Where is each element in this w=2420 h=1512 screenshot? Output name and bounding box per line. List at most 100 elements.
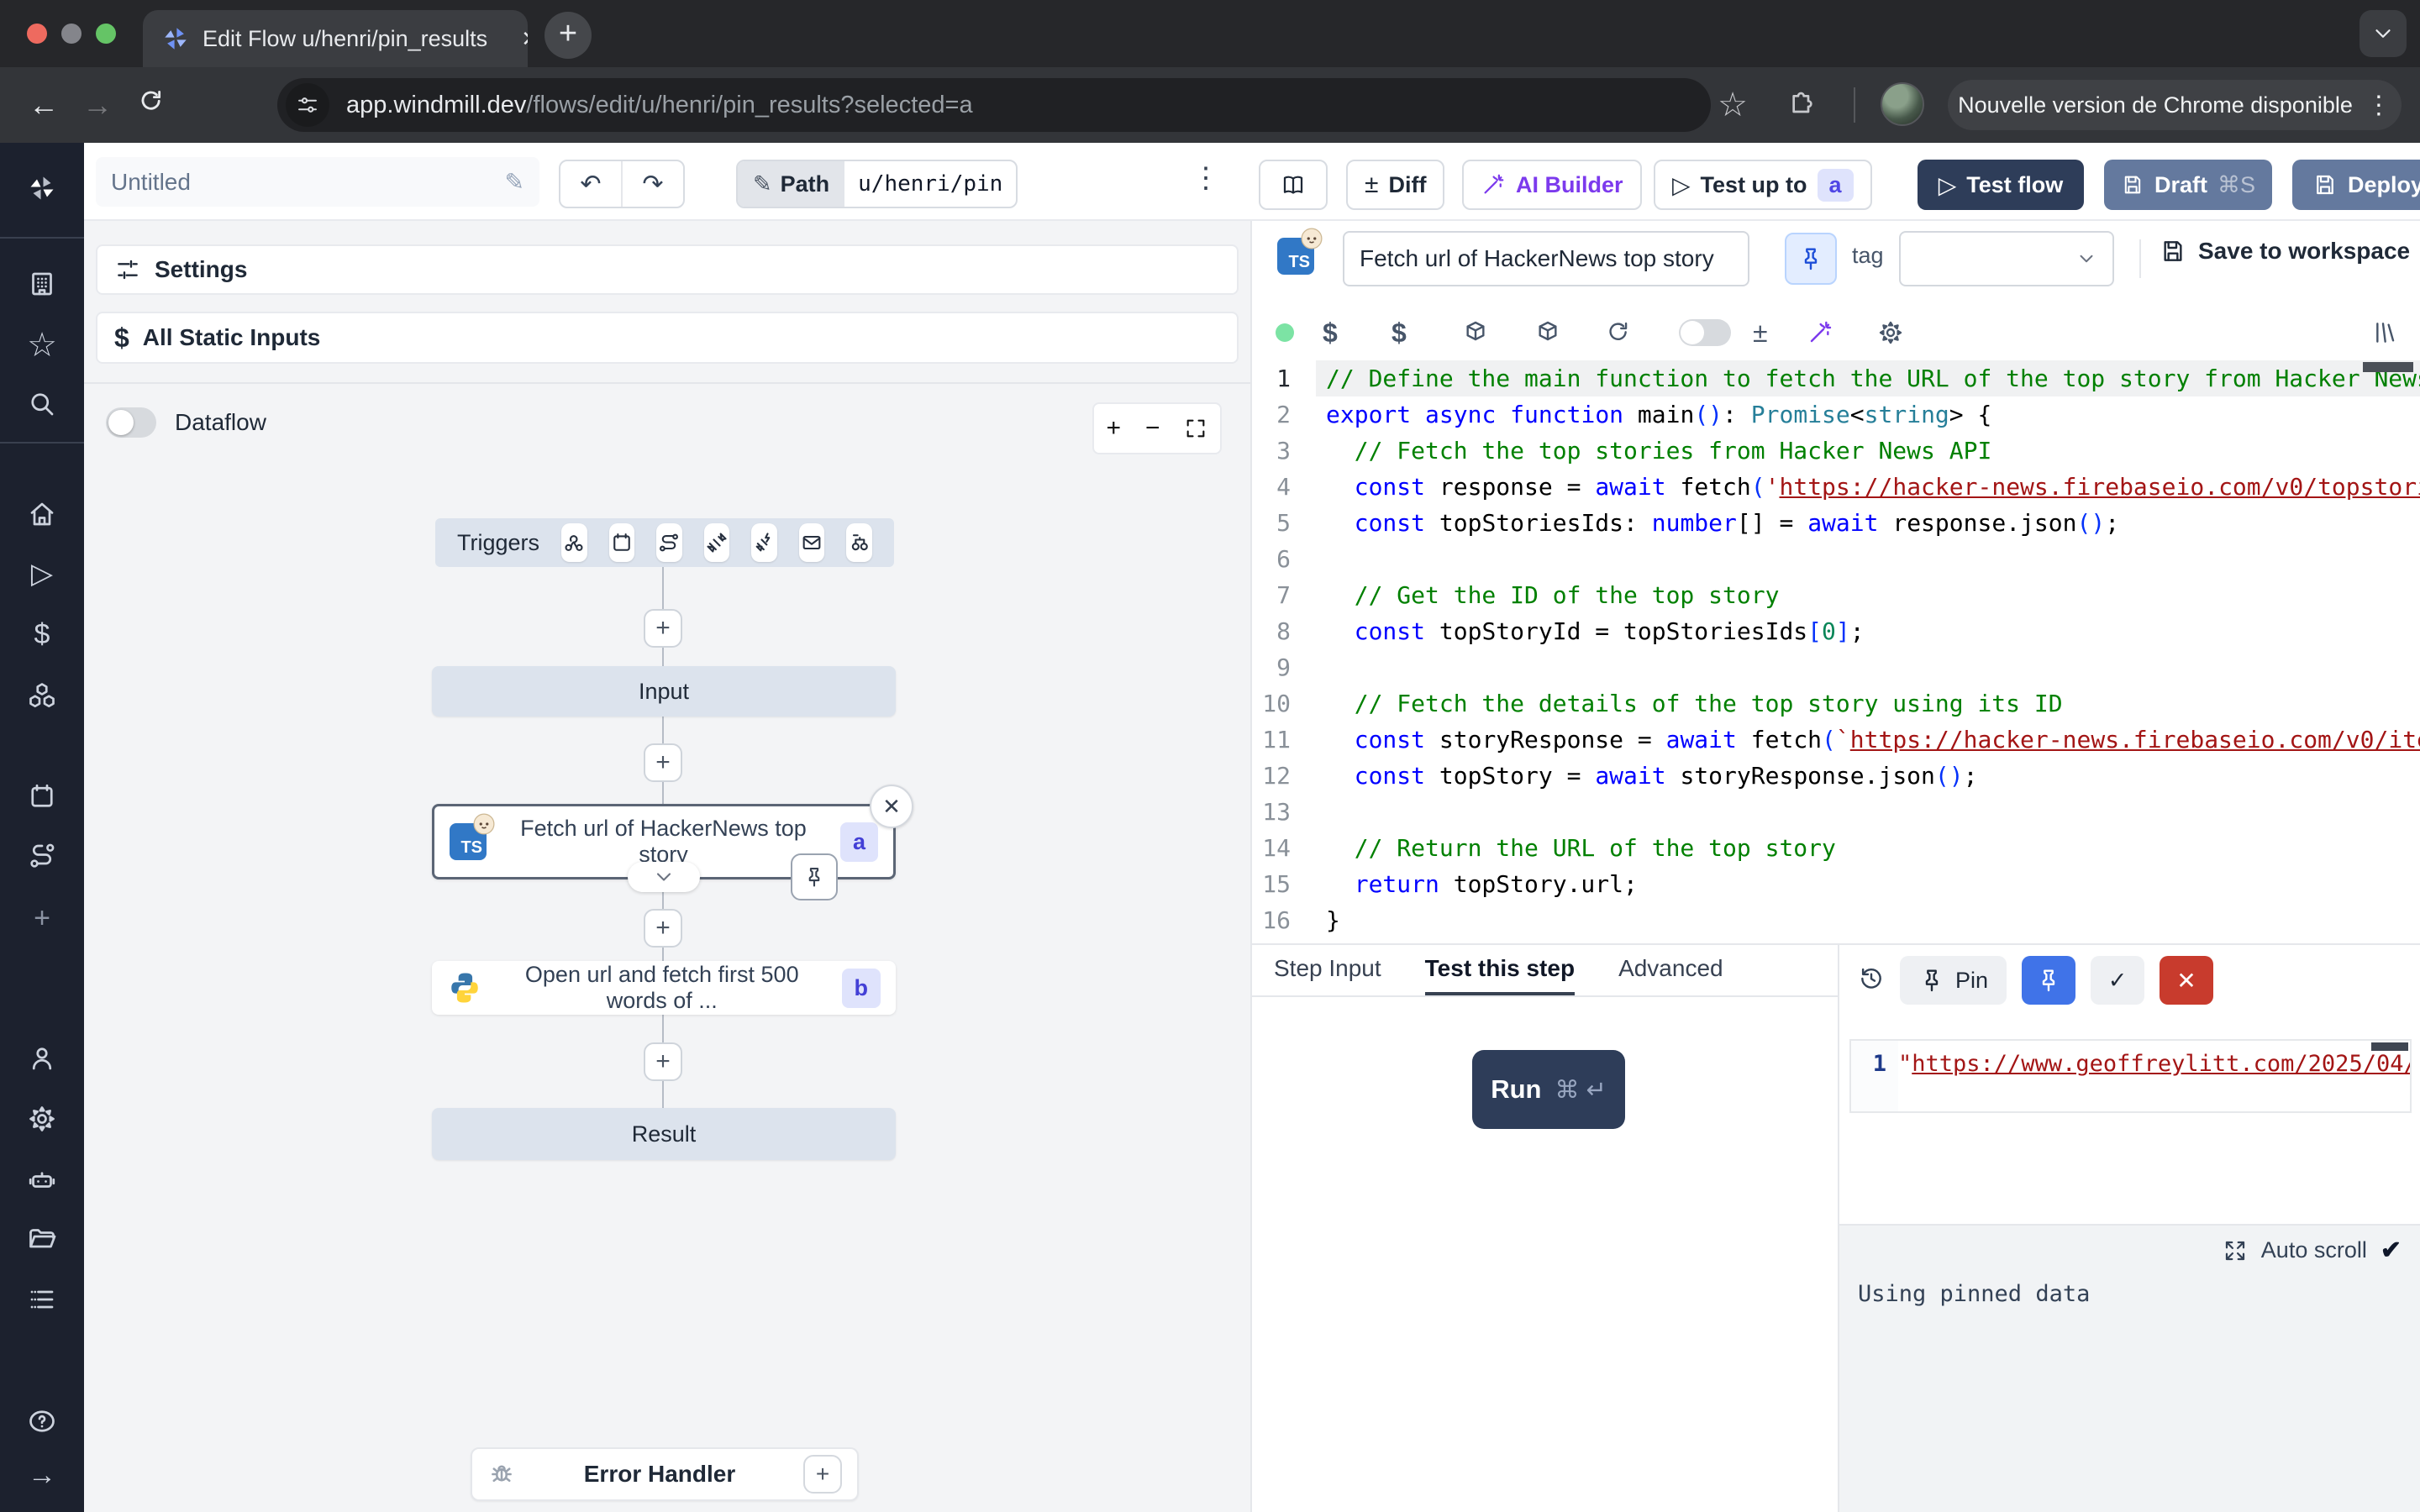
result-node[interactable]: Result: [432, 1108, 896, 1160]
profile-avatar[interactable]: [1881, 82, 1924, 126]
flow-path-chip[interactable]: ✎Path u/henri/pin: [736, 160, 1018, 208]
code-line-1[interactable]: 1// Define the main function to fetch th…: [1252, 360, 2420, 396]
browser-tab[interactable]: Edit Flow u/henri/pin_results ✕: [143, 10, 528, 67]
all-static-inputs-button[interactable]: $ All Static Inputs: [96, 312, 1239, 364]
test-flow-button[interactable]: ▷ Test flow: [1918, 160, 2084, 210]
code-line-11[interactable]: 11 const storyResponse = await fetch(`ht…: [1252, 722, 2420, 758]
static-inputs-icon[interactable]: $: [1323, 318, 1338, 349]
editor-settings-icon[interactable]: [1877, 319, 1904, 346]
browser-menu-kebab-icon[interactable]: ⋮: [2366, 91, 2391, 120]
docs-button[interactable]: [1259, 160, 1328, 210]
input-node[interactable]: Input: [432, 666, 896, 717]
code-line-16[interactable]: 16}: [1252, 902, 2420, 938]
sidebar-item-resources[interactable]: [0, 675, 84, 716]
sidebar-item-variables[interactable]: $: [0, 614, 84, 654]
run-button[interactable]: Run ⌘ ↵: [1472, 1050, 1625, 1129]
accept-button[interactable]: ✓: [2091, 956, 2144, 1005]
code-line-4[interactable]: 4 const response = await fetch('https://…: [1252, 469, 2420, 505]
sidebar-item-favorites[interactable]: ☆: [0, 325, 84, 365]
code-line-15[interactable]: 15 return topStory.url;: [1252, 866, 2420, 902]
test-up-to-button[interactable]: ▷ Test up to a: [1654, 160, 1872, 210]
remove-step-button[interactable]: ✕: [870, 785, 913, 828]
new-tab-button[interactable]: +: [544, 12, 592, 59]
add-step-button[interactable]: +: [644, 609, 682, 648]
code-line-8[interactable]: 8 const topStoryId = topStoriesIds[0];: [1252, 613, 2420, 649]
triggers-node[interactable]: Triggers: [435, 518, 894, 567]
close-window-button[interactable]: [27, 24, 47, 44]
code-line-5[interactable]: 5 const topStoriesIds: number[] = await …: [1252, 505, 2420, 541]
tab-close-icon[interactable]: ✕: [516, 26, 528, 52]
ai-assistant-icon[interactable]: [1807, 319, 1833, 346]
extensions-icon[interactable]: [1775, 87, 1828, 123]
tab-advanced[interactable]: Advanced: [1618, 945, 1723, 995]
email-trigger-button[interactable]: [799, 523, 825, 562]
package-icon[interactable]: [1462, 319, 1489, 346]
webhook-trigger-button[interactable]: [561, 523, 587, 562]
add-step-button[interactable]: +: [644, 743, 682, 782]
chrome-update-button[interactable]: Nouvelle version de Chrome disponible ⋮: [1948, 80, 2402, 130]
pinned-data-editor[interactable]: 1 "https://www.geoffreylitt.com/2025/04/…: [1849, 1039, 2412, 1113]
pinned-step-indicator[interactable]: [791, 853, 838, 900]
pin-button[interactable]: Pin: [1900, 956, 2007, 1005]
address-bar[interactable]: app.windmill.dev/flows/edit/u/henri/pin_…: [277, 78, 1711, 132]
add-step-button[interactable]: +: [644, 1042, 682, 1081]
error-handler-node[interactable]: Error Handler +: [471, 1447, 859, 1501]
sidebar-item-settings[interactable]: [0, 1099, 84, 1139]
pin-active-button[interactable]: [2022, 956, 2075, 1005]
zoom-out-button[interactable]: −: [1145, 414, 1160, 443]
auto-scroll-control[interactable]: Auto scroll ✔: [2223, 1236, 2402, 1265]
code-line-10[interactable]: 10 // Fetch the details of the top story…: [1252, 685, 2420, 722]
sidebar-item-workspace[interactable]: [0, 264, 84, 304]
schedule-trigger-button[interactable]: [609, 523, 635, 562]
editor-toggle[interactable]: [1679, 319, 1731, 346]
websocket-trigger-button[interactable]: [704, 523, 730, 562]
sidebar-item-triggers[interactable]: [0, 836, 84, 876]
code-line-12[interactable]: 12 const topStory = await storyResponse.…: [1252, 758, 2420, 794]
code-line-13[interactable]: 13: [1252, 794, 2420, 830]
code-line-14[interactable]: 14 // Return the URL of the top story: [1252, 830, 2420, 866]
flow-settings-button[interactable]: Settings: [96, 244, 1239, 295]
sidebar-item-help[interactable]: [0, 1401, 84, 1441]
diff-button[interactable]: ± Diff: [1346, 160, 1444, 210]
tag-select[interactable]: [1899, 231, 2114, 286]
history-button[interactable]: [1858, 965, 1885, 996]
dataflow-toggle[interactable]: [106, 407, 156, 438]
zoom-in-button[interactable]: +: [1106, 414, 1121, 443]
kafka-trigger-button[interactable]: [751, 523, 777, 562]
step-node-b[interactable]: Open url and fetch first 500 words of ..…: [432, 961, 896, 1015]
draft-button[interactable]: Draft ⌘S: [2104, 160, 2272, 210]
add-step-button[interactable]: +: [644, 909, 682, 948]
ai-builder-button[interactable]: AI Builder: [1462, 160, 1642, 210]
step-name-input[interactable]: [1343, 231, 1749, 286]
minimize-window-button[interactable]: [61, 24, 82, 44]
library-icon[interactable]: [2370, 319, 2396, 346]
save-to-workspace-button[interactable]: Save to workspace: [2160, 238, 2410, 265]
pinned-editor-scrollbar[interactable]: [2371, 1042, 2408, 1051]
site-settings-icon[interactable]: [286, 83, 329, 127]
code-line-3[interactable]: 3 // Fetch the top stories from Hacker N…: [1252, 433, 2420, 469]
sidebar-item-add[interactable]: +: [0, 898, 84, 938]
undo-button[interactable]: ↶: [560, 161, 623, 207]
sidebar-item-runs[interactable]: ▷: [0, 554, 84, 594]
windmill-logo[interactable]: [0, 168, 84, 208]
sidebar-item-schedules[interactable]: [0, 776, 84, 816]
code-line-2[interactable]: 2export async function main(): Promise<s…: [1252, 396, 2420, 433]
sidebar-item-home[interactable]: [0, 494, 84, 534]
back-button[interactable]: ←: [17, 87, 71, 123]
bookmark-star-icon[interactable]: ☆: [1706, 86, 1760, 124]
zoom-window-button[interactable]: [96, 24, 116, 44]
more-options-kebab-icon[interactable]: ⋮: [1192, 161, 1220, 195]
redo-button[interactable]: ↷: [623, 161, 683, 207]
variables-icon[interactable]: $: [1392, 318, 1407, 349]
collapse-step-button[interactable]: [628, 862, 700, 892]
sidebar-item-workers[interactable]: [0, 1160, 84, 1200]
reset-icon[interactable]: [1605, 319, 1632, 346]
pin-step-button[interactable]: [1785, 233, 1837, 285]
code-editor[interactable]: 1// Define the main function to fetch th…: [1252, 360, 2420, 943]
sidebar-item-users[interactable]: [0, 1038, 84, 1079]
tab-test-this-step[interactable]: Test this step: [1425, 945, 1575, 995]
poll-trigger-button[interactable]: [846, 523, 872, 562]
diff-icon[interactable]: ±: [1753, 318, 1768, 349]
step-node-a[interactable]: TS Fetch url of HackerNews top story a ✕: [432, 804, 896, 879]
sidebar-item-folders[interactable]: [0, 1219, 84, 1259]
